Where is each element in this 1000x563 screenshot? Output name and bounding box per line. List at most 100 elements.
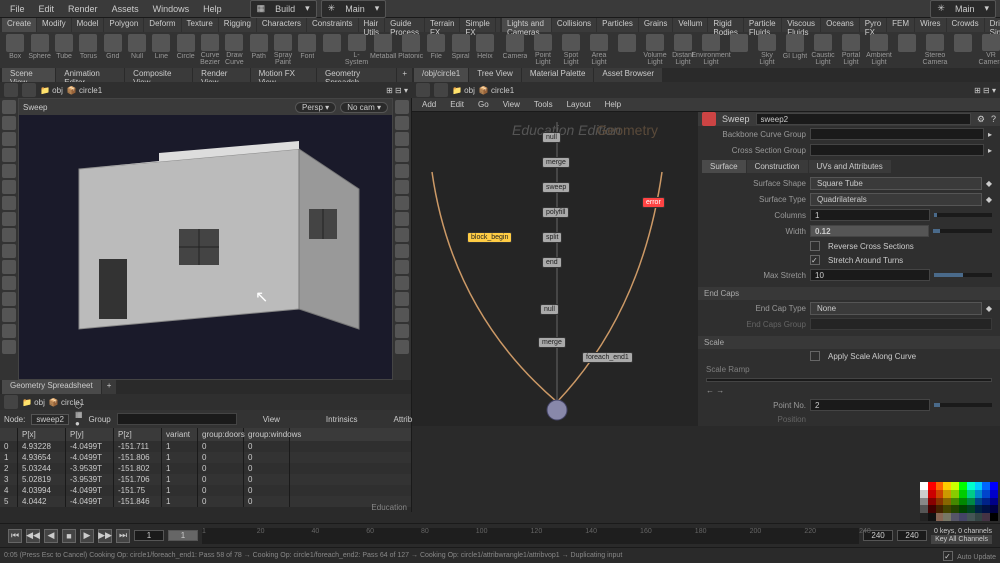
pane-tab[interactable]: Geometry Spreadsh [317, 68, 396, 82]
tool-icon[interactable] [395, 228, 409, 242]
table-row[interactable]: 35.02819-3.9539T-151.706100 [0, 474, 411, 485]
shelf-tab[interactable]: Vellum [673, 18, 707, 32]
shelf-tab[interactable]: Collisions [552, 18, 596, 32]
shelf-tool[interactable]: Line [150, 34, 172, 66]
color-swatch[interactable] [920, 505, 928, 513]
shelf-tab[interactable]: Terrain FX [425, 18, 459, 32]
shelf-tab[interactable]: Deform [144, 18, 180, 32]
cross-input[interactable] [810, 144, 984, 156]
table-row[interactable]: 14.93654-4.0499T-151.806100 [0, 452, 411, 463]
pane-tab[interactable]: Composite View [125, 68, 192, 82]
apply-scale-checkbox[interactable] [810, 351, 820, 361]
shelf-tab[interactable]: Constraints [307, 18, 357, 32]
scene-viewport[interactable]: Sweep Persp ▾ No cam ▾ [18, 98, 393, 380]
menu-help[interactable]: Help [197, 2, 228, 16]
frame-start[interactable]: 1 [134, 530, 164, 541]
shelf-tab[interactable]: Crowds [947, 18, 984, 32]
color-swatch[interactable] [967, 513, 975, 521]
tool-icon[interactable] [2, 164, 16, 178]
path-obj[interactable]: 📁 obj [452, 86, 475, 95]
shelf-tool[interactable]: File [425, 34, 447, 66]
shelf-tool[interactable]: Grid [102, 34, 124, 66]
shelf-tool[interactable]: Point Light [530, 34, 556, 66]
tool-icon[interactable] [395, 276, 409, 290]
color-swatch[interactable] [990, 513, 998, 521]
shelf-tab[interactable]: Particles [597, 18, 638, 32]
key-all-button[interactable]: Key All Channels [931, 535, 992, 544]
pointno-input[interactable] [810, 399, 930, 411]
columns-slider[interactable] [934, 213, 992, 217]
shelf-tab[interactable]: Lights and Cameras [502, 18, 551, 32]
columns-input[interactable] [810, 209, 930, 221]
color-swatch[interactable] [975, 482, 983, 490]
shelf-tool[interactable]: Draw Curve [223, 34, 245, 66]
ss-col-header[interactable]: variant [162, 428, 198, 441]
color-swatch[interactable] [990, 490, 998, 498]
table-row[interactable]: 25.03244-3.9539T-151.802100 [0, 463, 411, 474]
menu-render[interactable]: Render [62, 2, 104, 16]
shelf-tab[interactable]: Texture [182, 18, 218, 32]
tool-icon[interactable] [395, 164, 409, 178]
node-name-input[interactable] [756, 113, 971, 125]
pane-tab[interactable]: Motion FX View [251, 68, 316, 82]
color-swatch[interactable] [936, 482, 944, 490]
back-icon[interactable] [4, 395, 18, 409]
tool-icon[interactable] [2, 324, 16, 338]
shelf-tab[interactable]: Simple FX [460, 18, 494, 32]
persp-dropdown[interactable]: Persp ▾ [295, 102, 336, 113]
tab-surface[interactable]: Surface [702, 160, 746, 173]
net-menu-item[interactable]: Help [599, 98, 627, 111]
tab-add[interactable]: + [102, 380, 117, 394]
color-swatch[interactable] [920, 513, 928, 521]
tab-add[interactable]: + [397, 68, 412, 82]
tab-construction[interactable]: Construction [747, 160, 808, 173]
color-swatch[interactable] [943, 498, 951, 506]
color-swatch[interactable] [951, 513, 959, 521]
shelf-tool[interactable]: Platonic [398, 34, 423, 66]
surface-type-select[interactable]: Quadrilaterals [810, 193, 982, 206]
shelf-tool[interactable]: Caustic Light [810, 34, 836, 66]
shelf-tab[interactable]: Hair Utils [359, 18, 385, 32]
ss-col-header[interactable]: P[y] [66, 428, 114, 441]
color-swatch[interactable] [951, 490, 959, 498]
shelf-tool[interactable]: Spot Light [558, 34, 584, 66]
shelf-tool[interactable]: Ambient Light [866, 34, 892, 66]
shelf-tool[interactable]: Volume Light [642, 34, 668, 66]
shelf-tab[interactable]: Pyro FX [860, 18, 886, 32]
color-swatch[interactable] [982, 498, 990, 506]
color-swatch[interactable] [990, 498, 998, 506]
color-swatch[interactable] [951, 498, 959, 506]
table-row[interactable]: 44.03994-4.0499T-151.75100 [0, 485, 411, 496]
ss-group-input[interactable] [117, 413, 237, 425]
color-swatch[interactable] [982, 505, 990, 513]
ss-col-header[interactable]: P[x] [18, 428, 66, 441]
pane-tab[interactable]: Tree View [469, 68, 521, 82]
shelf-tool[interactable]: Helix [474, 34, 496, 66]
shelf-tool[interactable] [894, 34, 920, 66]
shelf-tool[interactable]: Tube [53, 34, 75, 66]
ss-col-header[interactable]: group:doors [198, 428, 244, 441]
shelf-tab[interactable]: Drive Simulation [985, 18, 1000, 32]
backbone-input[interactable] [810, 128, 984, 140]
scale-section[interactable]: Scale [698, 336, 1000, 349]
camera-dropdown[interactable]: No cam ▾ [340, 102, 388, 113]
color-swatch[interactable] [975, 505, 983, 513]
pane-tab[interactable]: Scene View [2, 68, 55, 82]
tool-icon[interactable] [395, 244, 409, 258]
width-slider[interactable] [933, 229, 992, 233]
shelf-tab[interactable]: Modify [37, 18, 71, 32]
tool-icon[interactable] [2, 148, 16, 162]
shelf-tab[interactable]: Create [2, 18, 36, 32]
ss-node-select[interactable]: sweep2 [31, 414, 69, 425]
shelf-tab[interactable]: Polygon [104, 18, 143, 32]
scale-ramp-widget[interactable] [706, 378, 992, 382]
tool-icon[interactable] [2, 132, 16, 146]
tool-icon[interactable] [2, 196, 16, 210]
color-swatch[interactable] [943, 513, 951, 521]
shelf-tab[interactable]: Oceans [821, 18, 859, 32]
color-swatch[interactable] [920, 498, 928, 506]
color-swatch[interactable] [943, 482, 951, 490]
shelf-tool[interactable]: Area Light [586, 34, 612, 66]
tool-icon[interactable] [395, 308, 409, 322]
gear-icon[interactable]: ⚙ [977, 114, 985, 125]
